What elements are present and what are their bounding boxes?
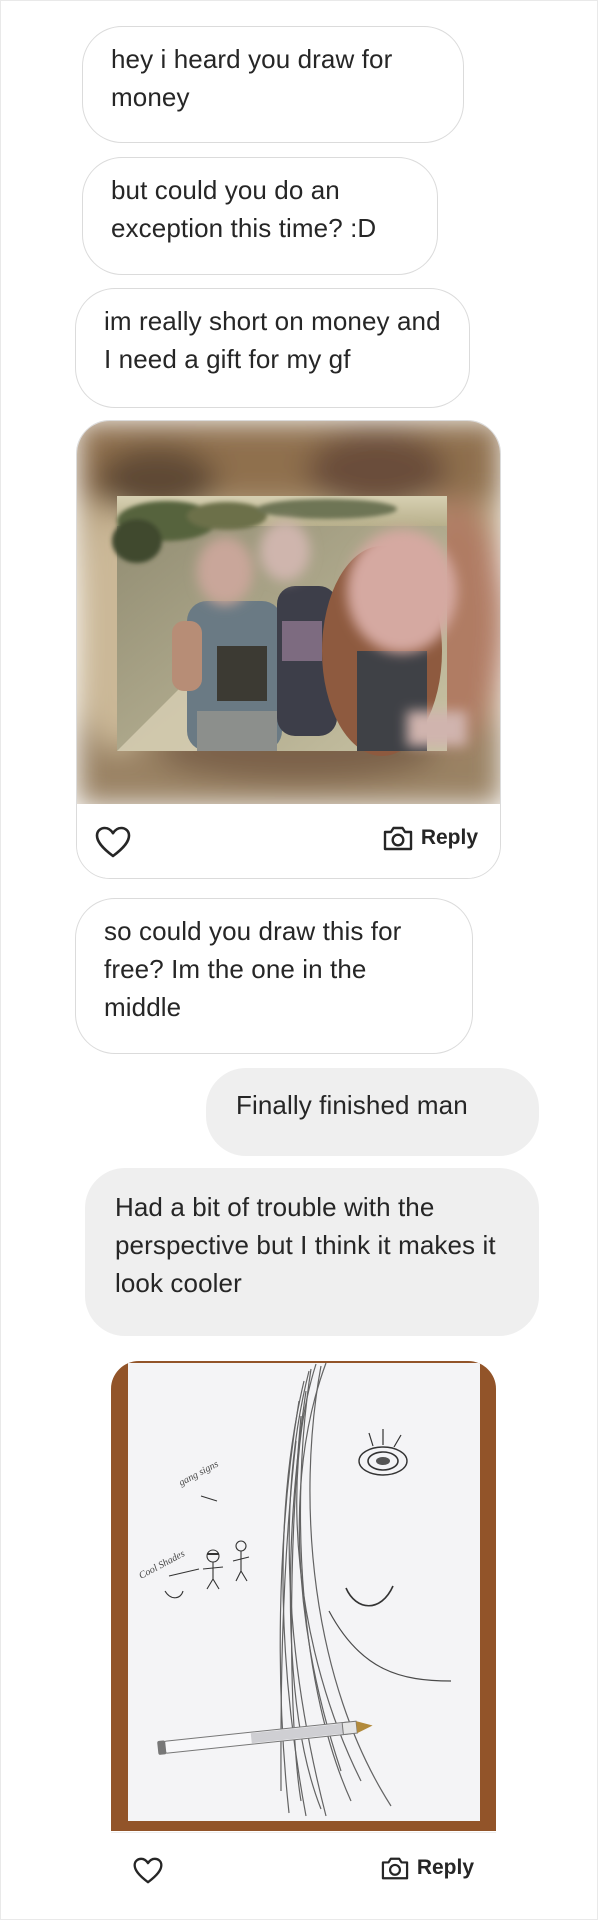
direct-message-thread: hey i heard you draw for money but could… [1,1,597,1919]
message-text: im really short on money and I need a gi… [104,306,441,374]
sent-message[interactable]: Had a bit of trouble with the perspectiv… [85,1168,539,1336]
reply-button[interactable]: Reply [380,1855,474,1881]
received-message[interactable]: so could you draw this for free? Im the … [75,898,473,1054]
reply-label: Reply [420,826,478,849]
received-message[interactable]: im really short on money and I need a gi… [75,288,470,408]
reply-label: Reply [416,1856,474,1879]
heart-icon[interactable] [133,1857,163,1884]
sent-message[interactable]: Finally finished man [206,1068,539,1156]
received-message[interactable]: but could you do an exception this time?… [82,157,438,275]
card-footer: Reply [77,804,500,878]
blurred-photo [77,421,500,806]
drawing-photo-card[interactable]: gang signs Cool Shades Reply [111,1361,496,1906]
message-text: hey i heard you draw for money [111,44,393,112]
camera-icon [381,1857,408,1880]
drawing-photo: gang signs Cool Shades [111,1361,496,1831]
received-message[interactable]: hey i heard you draw for money [82,26,464,143]
message-text: Finally finished man [236,1090,468,1120]
shared-photo-card[interactable]: Reply [76,420,501,879]
camera-icon [383,826,413,851]
message-text: but could you do an exception this time?… [111,175,377,243]
message-text: so could you draw this for free? Im the … [104,916,402,1022]
reply-button[interactable]: Reply [382,824,478,852]
message-text: Had a bit of trouble with the perspectiv… [115,1192,496,1298]
heart-icon[interactable] [95,826,131,858]
card-footer: Reply [111,1832,496,1906]
